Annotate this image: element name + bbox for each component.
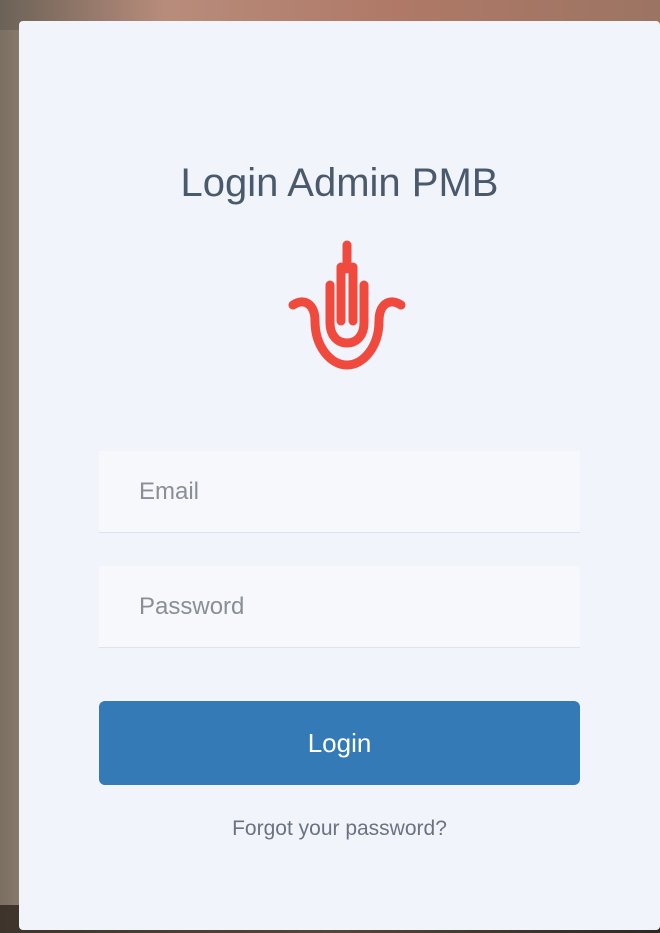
password-field-container — [99, 566, 580, 648]
email-field[interactable] — [99, 451, 580, 532]
raised-hand-icon — [288, 240, 406, 370]
login-button[interactable]: Login — [99, 701, 580, 785]
email-field-container — [99, 451, 580, 533]
page-title: Login Admin PMB — [180, 161, 499, 205]
password-field[interactable] — [99, 566, 580, 647]
login-card: Login Admin PMB Login Forgot your passwo… — [19, 21, 660, 930]
forgot-password-link[interactable]: Forgot your password? — [19, 817, 660, 841]
